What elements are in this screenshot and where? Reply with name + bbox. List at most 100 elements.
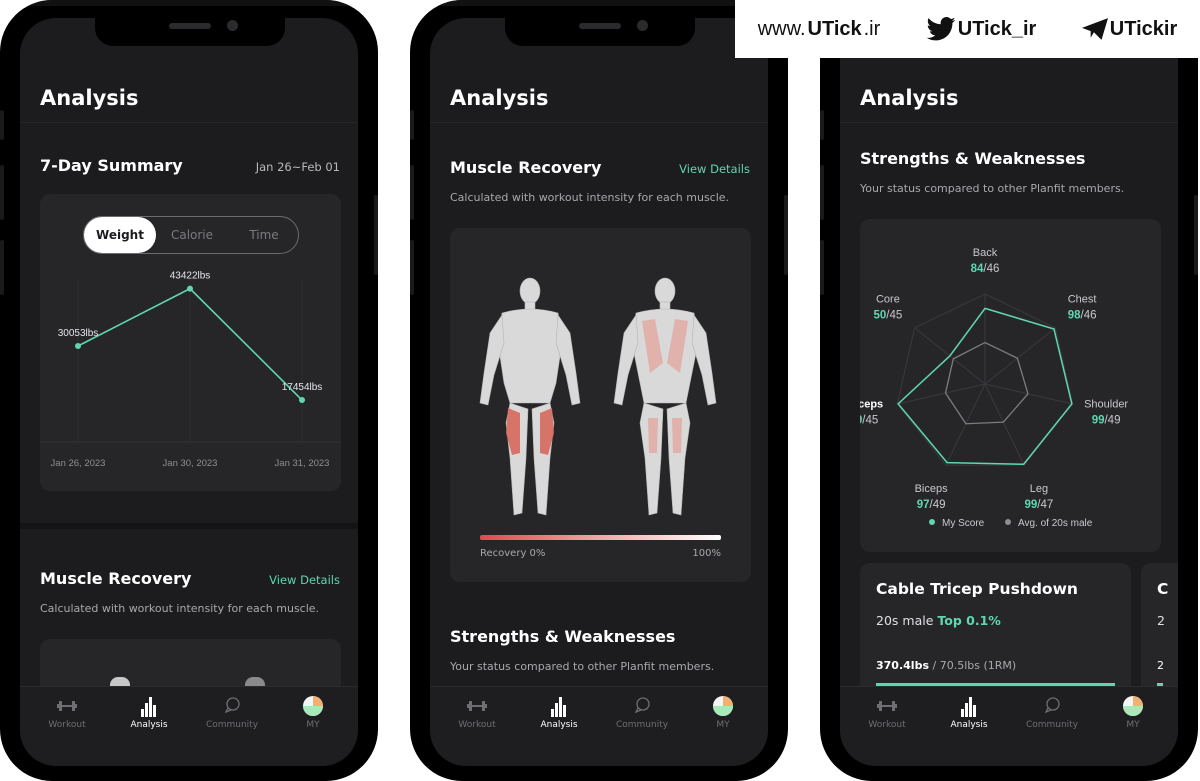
tab-community[interactable]: Community bbox=[1017, 695, 1087, 730]
radar-axis-label-back: Back 84/46 bbox=[971, 247, 1000, 275]
data-label: 17454lbs bbox=[282, 382, 323, 393]
tab-my[interactable]: MY bbox=[688, 695, 758, 730]
tab-label: Analysis bbox=[950, 720, 988, 730]
legend-average: Avg. of 20s male bbox=[1018, 518, 1093, 529]
profile-pie-icon bbox=[688, 695, 758, 717]
axis-name: Triceps bbox=[860, 399, 883, 411]
axis-name: Back bbox=[973, 247, 998, 259]
recovery-legend-max: 100% bbox=[692, 548, 721, 559]
screen-strengths: Analysis Strengths & Weaknesses Your sta… bbox=[840, 18, 1178, 766]
tab-workout[interactable]: Workout bbox=[442, 695, 512, 730]
watermark-telegram: UTickir bbox=[1081, 18, 1177, 41]
dumbbell-icon bbox=[32, 695, 102, 717]
phone-frame-2: Analysis Muscle Recovery View Details Ca… bbox=[410, 0, 788, 781]
strengths-title: Strengths & Weaknesses bbox=[450, 627, 676, 646]
radar-spoke bbox=[984, 327, 1056, 385]
watermark-banner: www. UTick .ir UTick_ir UTickir bbox=[735, 0, 1200, 58]
page-title: Analysis bbox=[450, 86, 549, 110]
tab-label: Community bbox=[615, 720, 669, 730]
x-tick-label: Jan 30, 2023 bbox=[163, 458, 218, 469]
bottom-tab-bar: Workout Analysis Community MY bbox=[430, 686, 768, 766]
dumbbell-icon bbox=[442, 695, 512, 717]
tab-community[interactable]: Community bbox=[607, 695, 677, 730]
axis-name: Shoulder bbox=[1084, 399, 1128, 411]
summary-chart-card: Weight Calorie Time 30053lbs Jan 26, 2023… bbox=[40, 194, 341, 491]
chat-bubble-icon bbox=[607, 695, 677, 717]
data-label: 30053lbs bbox=[58, 328, 99, 339]
summary-date-range: Jan 26~Feb 01 bbox=[255, 160, 340, 174]
data-point[interactable] bbox=[187, 285, 193, 292]
recovery-gradient-bar bbox=[480, 535, 721, 540]
muscle-recovery-view-details-link[interactable]: View Details bbox=[269, 573, 340, 587]
data-point[interactable] bbox=[299, 397, 305, 404]
strengths-subtitle: Your status compared to other Planfit me… bbox=[860, 182, 1125, 195]
tab-label: Workout bbox=[868, 720, 906, 730]
tab-label: Community bbox=[1025, 720, 1079, 730]
profile-pie-icon bbox=[278, 695, 348, 717]
tab-community[interactable]: Community bbox=[197, 695, 267, 730]
axis-name: Leg bbox=[1030, 483, 1048, 495]
tab-analysis[interactable]: Analysis bbox=[934, 695, 1004, 730]
exercise-1rm: 370.4lbs / 70.5lbs (1RM) bbox=[876, 659, 1017, 672]
muscle-recovery-view-details-link[interactable]: View Details bbox=[679, 162, 750, 176]
bottom-tab-bar: Workout Analysis Community MY bbox=[840, 686, 1178, 766]
tab-label: Workout bbox=[458, 720, 496, 730]
axis-score: 97/49 bbox=[917, 499, 946, 511]
axis-name: Core bbox=[876, 294, 900, 306]
strengths-subtitle: Your status compared to other Planfit me… bbox=[450, 660, 715, 673]
tab-label: MY bbox=[1126, 720, 1140, 730]
telegram-plane-icon bbox=[1081, 18, 1108, 40]
weight-line-chart: 30053lbs Jan 26, 2023 43422lbs Jan 30, 2023… bbox=[40, 271, 341, 469]
data-label: 43422lbs bbox=[170, 271, 211, 282]
stage: www. UTick .ir UTick_ir UTickir Analysis 7… bbox=[0, 0, 1200, 781]
axis-name: Chest bbox=[1068, 294, 1097, 306]
profile-pie-icon bbox=[1098, 695, 1168, 717]
body-front bbox=[479, 277, 581, 516]
watermark-site: www. UTick .ir bbox=[757, 17, 881, 40]
axis-score: 84/46 bbox=[971, 263, 1000, 275]
bar-chart-icon bbox=[524, 695, 594, 717]
phone-frame-1: Analysis 7-Day Summary Jan 26~Feb 01 Wei… bbox=[0, 0, 378, 781]
muscle-map-card: Recovery 0% 100% bbox=[450, 228, 751, 582]
tab-label: MY bbox=[306, 720, 320, 730]
radar-spoke bbox=[945, 383, 986, 466]
chat-bubble-icon bbox=[1017, 695, 1087, 717]
data-point[interactable] bbox=[75, 342, 81, 349]
axis-score: 99/45 bbox=[860, 415, 878, 427]
tab-workout[interactable]: Workout bbox=[32, 695, 102, 730]
radar-axis-label-chest: Chest 98/46 bbox=[1068, 294, 1097, 322]
tab-label: Community bbox=[205, 720, 259, 730]
radar-spoke bbox=[897, 383, 986, 405]
notch bbox=[505, 18, 695, 46]
tab-my[interactable]: MY bbox=[1098, 695, 1168, 730]
radar-spoke bbox=[984, 383, 1025, 466]
tab-label: Workout bbox=[48, 720, 86, 730]
twitter-bird-icon bbox=[926, 17, 956, 41]
radar-axis-label-biceps: Biceps 97/49 bbox=[915, 483, 949, 511]
legend-average-dot bbox=[1005, 519, 1011, 525]
tab-label: MY bbox=[716, 720, 730, 730]
x-tick-label: Jan 26, 2023 bbox=[51, 458, 106, 469]
bottom-tab-bar: Workout Analysis Community MY bbox=[20, 686, 358, 766]
axis-score: 50/45 bbox=[873, 310, 902, 322]
tab-analysis[interactable]: Analysis bbox=[524, 695, 594, 730]
legend-my-score-dot bbox=[929, 519, 935, 525]
muscle-recovery-title: Muscle Recovery bbox=[450, 158, 602, 177]
radar-spoke bbox=[984, 383, 1073, 405]
tab-workout[interactable]: Workout bbox=[852, 695, 922, 730]
radar-axis-label-triceps: Triceps 99/45 bbox=[860, 399, 883, 427]
watermark-twitter: UTick_ir bbox=[926, 17, 1036, 41]
tab-analysis[interactable]: Analysis bbox=[114, 695, 184, 730]
axis-score: 99/47 bbox=[1024, 499, 1053, 511]
muscle-recovery-subtitle: Calculated with workout intensity for ea… bbox=[450, 191, 730, 204]
radar-card: Back 84/46 Chest 98/46 Shoulder 99/49 Leg 99/47… bbox=[860, 219, 1161, 552]
tab-my[interactable]: MY bbox=[278, 695, 348, 730]
tab-label: Analysis bbox=[540, 720, 578, 730]
chat-bubble-icon bbox=[197, 695, 267, 717]
radar-axis-label-leg: Leg 99/47 bbox=[1024, 483, 1053, 511]
rank-badge: Top 0.1% bbox=[937, 613, 1001, 628]
exercise-rank: 20s male Top 0.1% bbox=[876, 613, 1001, 628]
bar-chart-icon bbox=[114, 695, 184, 717]
strength-radar-chart: Back 84/46 Chest 98/46 Shoulder 99/49 Leg 99/47… bbox=[860, 247, 1128, 529]
muscle-recovery-title: Muscle Recovery bbox=[40, 569, 192, 588]
